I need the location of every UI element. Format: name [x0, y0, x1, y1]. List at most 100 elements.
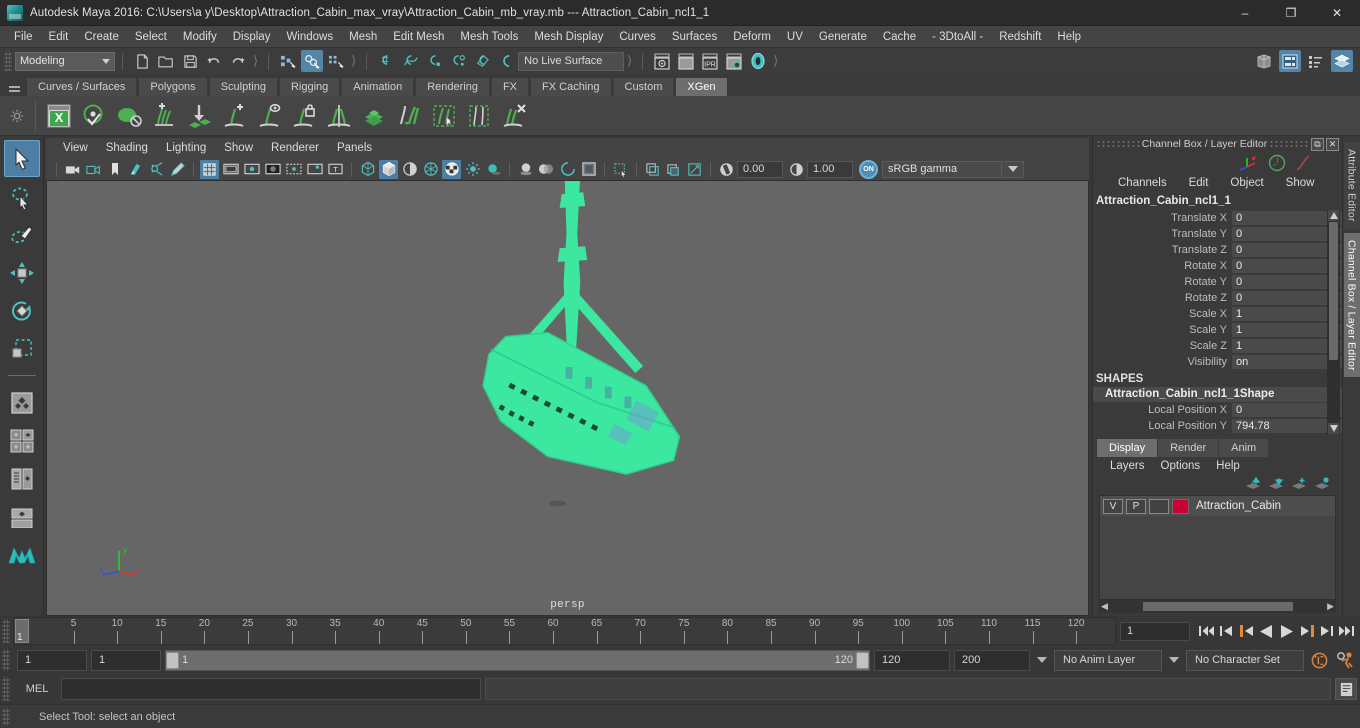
viewport-menu-view[interactable]: View [54, 138, 97, 158]
tool-settings-icon[interactable] [1305, 50, 1327, 72]
command-input-field[interactable] [61, 678, 481, 700]
live-surface-field[interactable]: No Live Surface [518, 51, 625, 71]
shadows-icon[interactable] [484, 160, 503, 179]
flat-shade-icon[interactable] [421, 160, 440, 179]
menu-windows[interactable]: Windows [278, 26, 341, 48]
cb-menu-object[interactable]: Object [1219, 174, 1274, 193]
shape-node-name[interactable]: Attraction_Cabin_ncl1_1Shape [1093, 387, 1342, 402]
scro ll-up-icon[interactable] [1328, 210, 1339, 221]
menu-edit-mesh[interactable]: Edit Mesh [385, 26, 452, 48]
select-camera-icon[interactable] [63, 160, 82, 179]
snap-to-projected-center-icon[interactable] [447, 50, 469, 72]
channel-box-scrollbar[interactable] [1327, 210, 1340, 434]
motion-blur-icon[interactable] [537, 160, 556, 179]
shelf-tab-custom[interactable]: Custom [612, 77, 675, 96]
shelf-tab-sculpting[interactable]: Sculpting [208, 77, 278, 96]
shelf-tab-xgen[interactable]: XGen [675, 77, 728, 96]
channel-value[interactable]: 794.78 [1232, 418, 1342, 434]
anim-start-field[interactable]: 1 [17, 649, 87, 671]
exposure-reset-icon[interactable] [643, 160, 662, 179]
channel-row[interactable]: Rotate X 0 [1093, 258, 1342, 274]
isolate-select-icon[interactable] [579, 160, 598, 179]
cb-menu-channels[interactable]: Channels [1107, 174, 1178, 193]
anim-layer-dropdown-icon[interactable] [1037, 657, 1047, 663]
layer-name[interactable]: Attraction_Cabin [1196, 500, 1281, 512]
channel-row[interactable]: Visibility on [1093, 354, 1342, 370]
gamma-reset-icon[interactable] [664, 160, 683, 179]
render-settings-icon[interactable] [723, 50, 745, 72]
channel-row[interactable]: Scale X 1 [1093, 306, 1342, 322]
menu-mesh-tools[interactable]: Mesh Tools [452, 26, 526, 48]
range-slider-gripper[interactable] [2, 649, 10, 671]
cb-menu-edit[interactable]: Edit [1178, 174, 1220, 193]
color-management-toggle[interactable]: ON [859, 159, 878, 179]
render-sequence-icon[interactable] [675, 50, 697, 72]
shelf-options-gear-icon[interactable] [4, 99, 30, 133]
channel-row[interactable]: Scale Y 1 [1093, 322, 1342, 338]
menu-uv[interactable]: UV [779, 26, 811, 48]
layer-menu-layers[interactable]: Layers [1102, 457, 1153, 475]
move-layer-up-icon[interactable] [1245, 477, 1261, 491]
menu-curves[interactable]: Curves [611, 26, 663, 48]
viewport-menu-show[interactable]: Show [215, 138, 262, 158]
step-forward-frame-icon[interactable] [1317, 621, 1336, 641]
expression-icon[interactable] [1294, 154, 1312, 172]
layer-list[interactable]: V P Attraction_Cabin [1099, 495, 1336, 600]
channel-value[interactable]: 0 [1232, 402, 1342, 418]
xgen-split-guides-icon[interactable] [322, 99, 355, 133]
xgen-region-mask-icon[interactable] [462, 99, 495, 133]
channel-value[interactable]: 0 [1232, 274, 1342, 290]
color-space-field[interactable]: sRGB gamma [882, 160, 1002, 178]
menu-cache[interactable]: Cache [875, 26, 924, 48]
minimize-button[interactable]: – [1222, 0, 1268, 26]
shelf-tab-fx[interactable]: FX [490, 77, 530, 96]
channel-value[interactable]: 1 [1232, 338, 1342, 354]
paint-select-tool[interactable] [4, 216, 40, 253]
panel-grip-right[interactable] [1269, 140, 1309, 148]
channel-row[interactable]: Translate Y 0 [1093, 226, 1342, 242]
outliner-persp-layout[interactable] [4, 460, 40, 497]
step-back-frame-icon[interactable] [1217, 621, 1236, 641]
snap-to-grid-icon[interactable] [375, 50, 397, 72]
save-scene-icon[interactable] [179, 50, 201, 72]
layer-display-type-toggle[interactable] [1149, 498, 1169, 514]
character-set-dropdown-icon[interactable] [1169, 657, 1179, 663]
wireframe-icon[interactable] [358, 160, 377, 179]
xgen-description-icon[interactable] [112, 99, 145, 133]
channel-row[interactable]: Rotate Z 0 [1093, 290, 1342, 306]
cb-menu-show[interactable]: Show [1275, 174, 1326, 193]
use-default-light-icon[interactable] [463, 160, 482, 179]
new-scene-icon[interactable] [131, 50, 153, 72]
range-slider-bar[interactable]: 1 120 [165, 649, 870, 671]
resolution-gate-icon[interactable] [242, 160, 261, 179]
channel-row[interactable]: Rotate Y 0 [1093, 274, 1342, 290]
channel-row[interactable]: Translate X 0 [1093, 210, 1342, 226]
go-to-start-icon[interactable] [1197, 621, 1216, 641]
snap-to-curve-icon[interactable] [399, 50, 421, 72]
undock-panel-button[interactable]: ⧉ [1311, 137, 1324, 151]
layer-tab-anim[interactable]: Anim [1219, 439, 1269, 457]
shelf-handle-icon[interactable] [4, 77, 24, 96]
show-hide-modeling-toolkit-icon[interactable] [1253, 50, 1275, 72]
animation-preferences-icon[interactable] [1334, 649, 1356, 671]
image-plane-icon[interactable] [126, 160, 145, 179]
anim-end-field[interactable]: 200 [954, 649, 1030, 671]
xgen-add-guides-icon[interactable] [217, 99, 250, 133]
grease-pencil-icon[interactable] [168, 160, 187, 179]
go-to-end-icon[interactable] [1337, 621, 1356, 641]
open-scene-icon[interactable] [155, 50, 177, 72]
view-transform-reset-icon[interactable] [685, 160, 704, 179]
current-time-indicator[interactable]: 1 [15, 619, 29, 643]
move-layer-down-icon[interactable] [1268, 477, 1284, 491]
single-perspective-layout[interactable]: + + + [4, 422, 40, 459]
menu-modify[interactable]: Modify [175, 26, 225, 48]
shelf-tab-rigging[interactable]: Rigging [278, 77, 341, 96]
xgen-density-icon[interactable] [357, 99, 390, 133]
scale-tool[interactable] [4, 330, 40, 367]
hypergraph-persp-layout[interactable] [4, 498, 40, 535]
make-live-icon[interactable] [495, 50, 517, 72]
command-line-gripper[interactable] [2, 677, 10, 701]
layer-menu-options[interactable]: Options [1153, 457, 1209, 475]
shaded-textured-icon[interactable] [442, 159, 461, 179]
anim-layer-field[interactable]: No Anim Layer [1054, 649, 1162, 671]
